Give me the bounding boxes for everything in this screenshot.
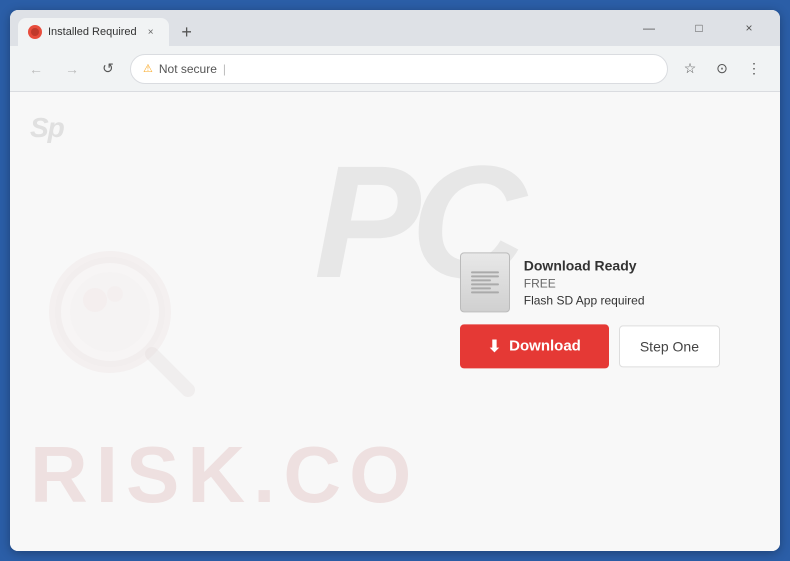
download-area: Download Ready FREE Flash SD App require… [460, 252, 720, 368]
forward-button[interactable]: → [58, 55, 86, 83]
tab-favicon [28, 25, 42, 39]
new-tab-button[interactable]: + [173, 18, 201, 46]
app-details: Download Ready FREE Flash SD App require… [524, 257, 645, 307]
page-content: Sp PC RISK.CO [10, 92, 780, 551]
step-one-button[interactable]: Step One [619, 325, 720, 367]
app-requirement: Flash SD App required [524, 293, 645, 307]
download-buttons: ⬇ Download Step One [460, 324, 720, 368]
security-icon: ⚠ [143, 62, 153, 75]
download-label: Download [509, 337, 581, 354]
active-tab[interactable]: Installed Required × [18, 18, 169, 46]
icon-line-2 [471, 275, 499, 277]
icon-line-1 [471, 271, 499, 273]
icon-line-3 [471, 279, 491, 281]
icon-line-5 [471, 287, 491, 289]
download-icon: ⬇ [488, 336, 501, 356]
icon-line-4 [471, 283, 499, 285]
watermark-sp: Sp [30, 112, 64, 144]
address-actions: ☆ ⊙ ⋮ [676, 55, 768, 83]
refresh-button[interactable]: ↺ [94, 55, 122, 83]
close-button[interactable]: × [726, 14, 772, 42]
download-button[interactable]: ⬇ Download [460, 324, 609, 368]
address-bar: ← → ↺ ⚠ Not secure | ☆ ⊙ ⋮ [10, 46, 780, 92]
account-button[interactable]: ⊙ [708, 55, 736, 83]
minimize-button[interactable]: — [626, 14, 672, 42]
app-title: Download Ready [524, 257, 645, 273]
icon-line-6 [471, 291, 499, 293]
omnibox-separator: | [223, 62, 226, 76]
tab-strip: Installed Required × + [18, 10, 626, 46]
app-icon [460, 252, 510, 312]
browser-window: Installed Required × + — □ × ← → ↺ ⚠ Not… [10, 10, 780, 551]
tab-title: Installed Required [48, 26, 137, 38]
back-button[interactable]: ← [22, 55, 50, 83]
download-info: Download Ready FREE Flash SD App require… [460, 252, 645, 312]
step-label: Step One [640, 338, 699, 354]
bookmark-button[interactable]: ☆ [676, 55, 704, 83]
window-controls: — □ × [626, 14, 772, 42]
menu-button[interactable]: ⋮ [740, 55, 768, 83]
title-bar: Installed Required × + — □ × [10, 10, 780, 46]
magnifier-icon [40, 242, 200, 402]
omnibox[interactable]: ⚠ Not secure | [130, 54, 668, 84]
security-label: Not secure [159, 62, 217, 76]
icon-lines [471, 271, 499, 293]
tab-close-button[interactable]: × [143, 24, 159, 40]
app-price: FREE [524, 276, 645, 290]
watermark-risk: RISK.CO [30, 429, 419, 521]
maximize-button[interactable]: □ [676, 14, 722, 42]
